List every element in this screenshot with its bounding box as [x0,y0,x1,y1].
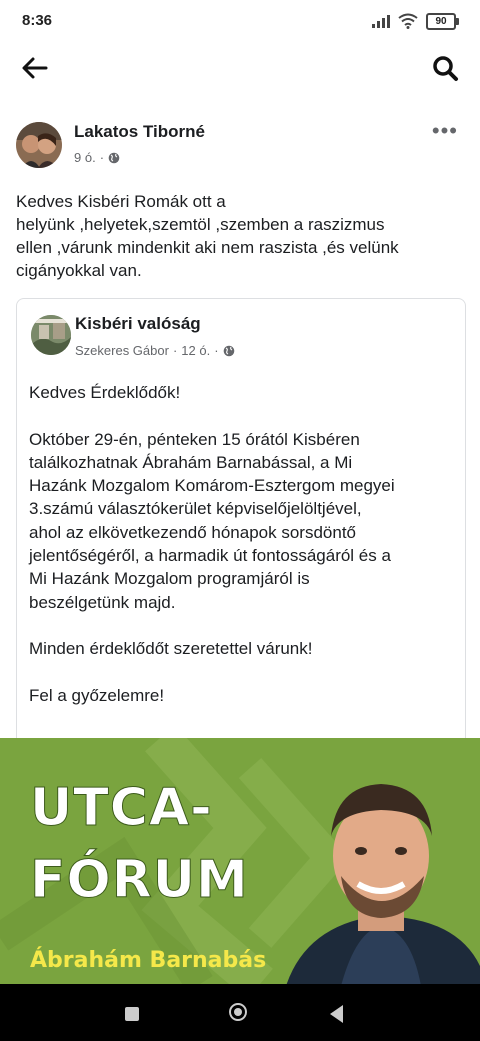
shared-paragraph: Október 29-én, pénteken 15 órától Kisbér… [29,428,459,614]
search-icon [433,56,458,81]
banner-title-line1: UTCA- [30,778,213,839]
shared-post-card[interactable]: Kisbéri valóság Szekeres Gábor · 12 ó. ·… [16,298,466,739]
recent-apps-icon[interactable] [125,1007,139,1021]
globe-icon [223,345,234,356]
shared-body-line: találkozhatnak Ábrahám Barnabással, a Mi [29,452,353,472]
avatar-photo [16,122,62,168]
post-text-line: Kedves Kisbéri Romák ott a [16,192,226,211]
author-avatar[interactable] [16,122,62,168]
arrow-left-icon [22,57,48,79]
more-dots-icon: ••• [431,118,458,143]
status-icons: 90 [372,12,459,30]
status-time: 8:36 [22,12,53,29]
more-options-button[interactable]: ••• [432,120,458,142]
shared-body-line: Hazánk Mozgalom Komárom-Esztergom megyei [29,476,395,496]
shared-body-line: Október 29-én, pénteken 15 órától Kisbér… [29,429,360,449]
shared-body-line: Mi Hazánk Mozgalom programjáról is [29,569,310,589]
shared-post-meta: Szekeres Gábor · 12 ó. · [75,343,235,358]
post-header: Lakatos Tiborné 9 ó. · ••• [0,118,480,174]
signal-icon [372,14,390,28]
event-banner-image[interactable]: UTCA- FÓRUM Ábrahám Barnabás [0,738,480,984]
banner-candidate-name: Ábrahám Barnabás [30,948,267,973]
top-app-bar [0,44,480,92]
shared-greeting: Kedves Érdeklődők! [29,383,181,402]
shared-page-name[interactable]: Kisbéri valóság [75,314,201,334]
shared-body-line: 3.számú választókerület képviselőjelöltj… [29,499,362,519]
meta-separator: · [172,343,178,358]
post-time[interactable]: 9 ó. [74,150,96,165]
shared-post-time[interactable]: 12 ó. [181,343,210,358]
page-avatar[interactable] [31,315,71,355]
globe-icon [108,152,120,163]
status-bar: 8:36 90 [0,0,480,44]
shared-closing: Fel a győzelemre! [29,685,165,705]
post-meta: 9 ó. · [74,150,120,165]
home-icon[interactable] [229,1003,247,1021]
post-text: Kedves Kisbéri Romák ott a helyünk ,hely… [16,190,466,282]
shared-post-body: Kedves Érdeklődők! Október 29-én, péntek… [29,381,459,730]
post-text-line: helyünk ,helyetek,szemtöl ,szemben a ras… [16,215,385,234]
shared-body-line: ahol az elkövetkezendő hónapok sorsdöntő [29,522,357,542]
wifi-icon [398,13,418,29]
meta-separator: · [214,343,219,358]
shared-invite: Minden érdeklődőt szeretettel várunk! [29,639,313,659]
shared-body-line: beszélgetünk majd. [29,592,176,612]
post-text-line: ellen ,várunk mindenkit aki nem raszista… [16,238,399,257]
post-text-line: cigányokkal van. [16,261,142,280]
nav-back-icon[interactable] [330,1005,343,1023]
search-button[interactable] [428,52,462,84]
post-author-name[interactable]: Lakatos Tiborné [74,122,205,142]
back-button[interactable] [18,52,52,84]
shared-body-line: jelentőségéről, a harmadik út fontosságá… [29,546,391,566]
banner-title-line2: FÓRUM [30,850,249,911]
page-avatar-image [31,315,71,355]
shared-poster-name[interactable]: Szekeres Gábor [75,343,169,358]
battery-icon: 90 [426,12,459,30]
system-navigation-bar [0,984,480,1041]
person-photo [286,784,480,984]
meta-separator: · [99,150,105,165]
